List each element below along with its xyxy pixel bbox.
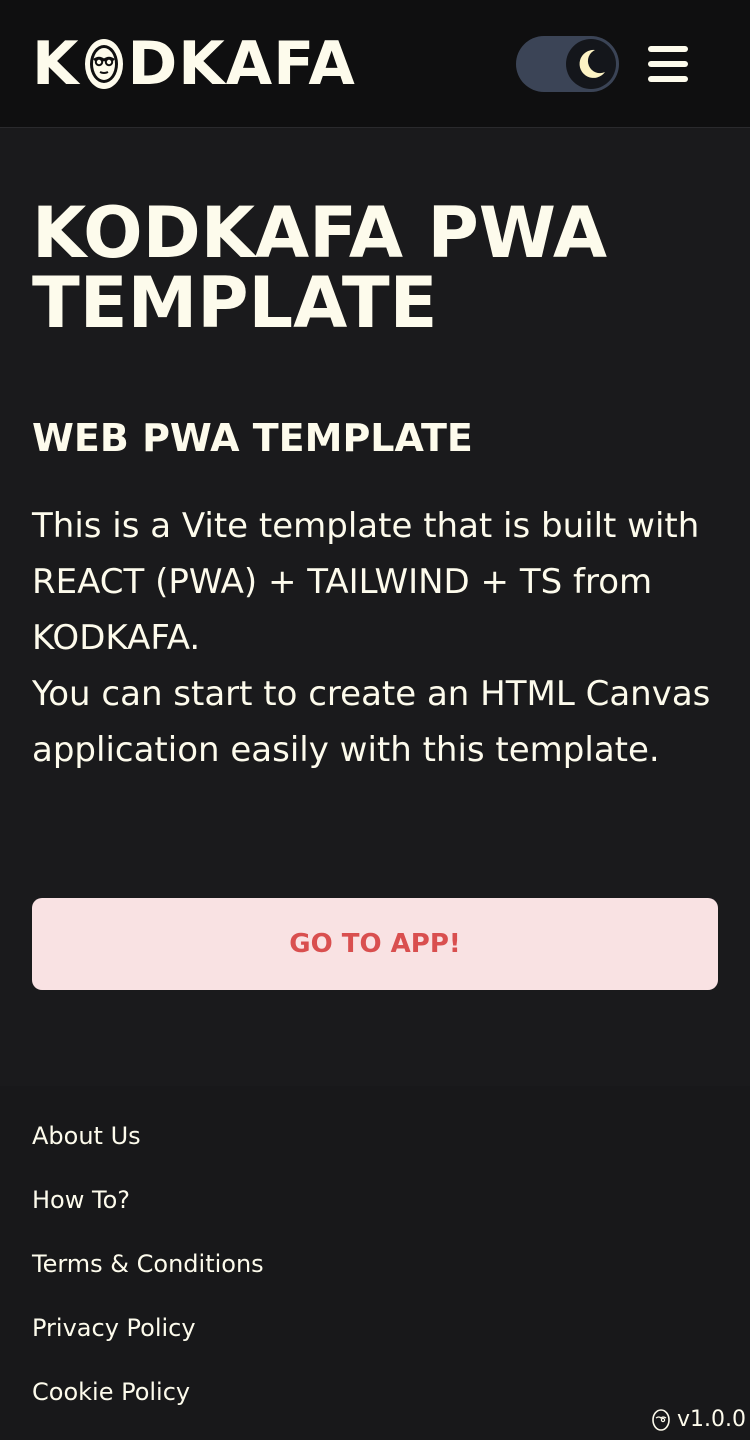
app-header: K DKAFA xyxy=(0,0,750,128)
page-subtitle: WEB PWA TEMPLATE xyxy=(32,416,473,460)
page-title: KODKAFA PWA TEMPLATE xyxy=(32,192,608,344)
hamburger-menu-icon-bar xyxy=(648,76,688,82)
footer-link-about-us[interactable]: About Us xyxy=(32,1120,141,1152)
description-paragraph: This is a Vite template that is built wi… xyxy=(32,506,700,658)
footer-link-privacy[interactable]: Privacy Policy xyxy=(32,1312,196,1344)
description: This is a Vite template that is built wi… xyxy=(32,498,732,778)
toggle-knob xyxy=(566,39,616,89)
logo-text-right: DKAFA xyxy=(127,29,356,99)
description-paragraph: You can start to create an HTML Canvas a… xyxy=(32,674,711,770)
footer-link-how-to[interactable]: How To? xyxy=(32,1184,130,1216)
hamburger-menu-icon-bar xyxy=(648,61,688,67)
version-text: v1.0.0 xyxy=(677,1407,746,1432)
moon-icon xyxy=(579,49,605,78)
kodkafa-face-icon xyxy=(84,39,123,89)
menu-button[interactable] xyxy=(646,44,690,84)
theme-toggle[interactable] xyxy=(516,36,619,92)
logo-wordmark: K DKAFA xyxy=(32,34,356,94)
go-to-app-button[interactable]: GO TO APP! xyxy=(32,898,718,990)
hamburger-menu-icon xyxy=(648,46,688,52)
footer: About Us How To? Terms & Conditions Priv… xyxy=(0,1086,750,1440)
footer-link-terms[interactable]: Terms & Conditions xyxy=(32,1248,264,1280)
footer-link-cookie[interactable]: Cookie Policy xyxy=(32,1376,190,1408)
kodkafa-face-icon xyxy=(652,1409,670,1431)
kodkafa-logo[interactable]: K DKAFA xyxy=(32,34,356,94)
logo-text-left: K xyxy=(32,29,80,99)
version-badge: v1.0.0 xyxy=(651,1406,746,1434)
